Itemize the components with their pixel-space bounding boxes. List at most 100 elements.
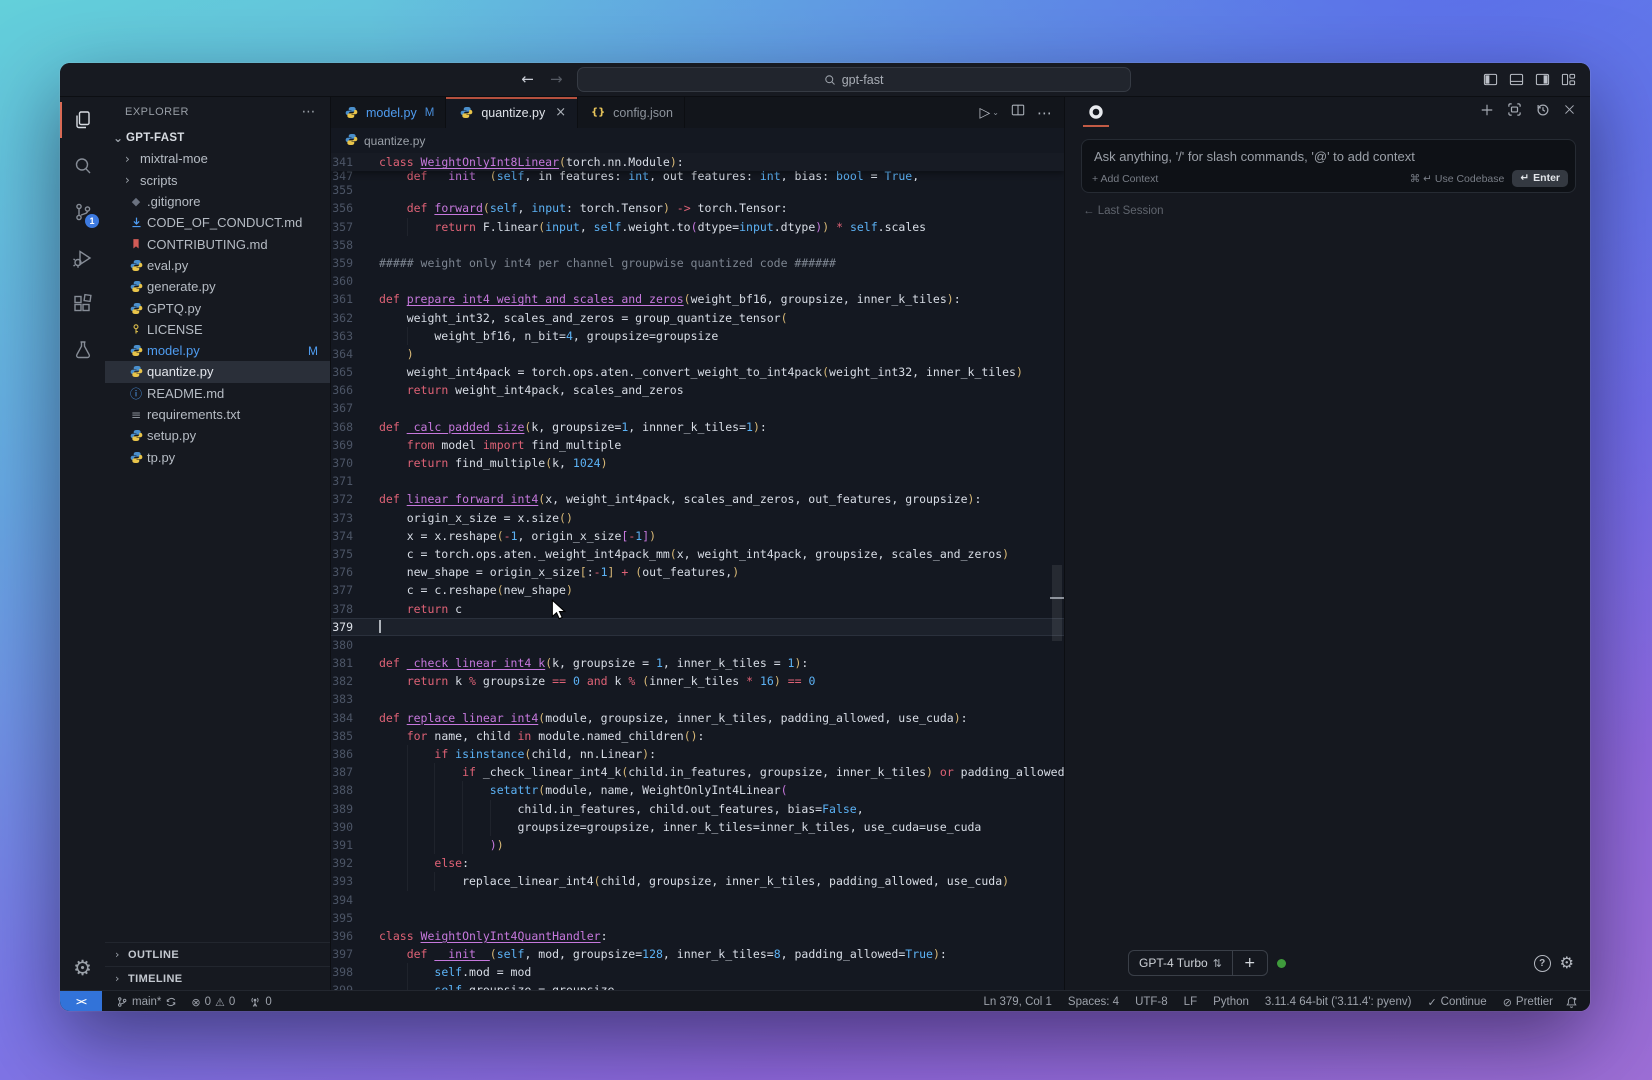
add-context-button[interactable]: + Add Context <box>1092 173 1158 185</box>
tree-root-folder[interactable]: ⌄ GPT-FAST <box>105 127 330 148</box>
remote-indicator[interactable]: >< <box>60 991 102 1011</box>
continue-logo-tab[interactable] <box>1083 97 1109 127</box>
code-line-390[interactable]: 390 groupsize=groupsize, inner_k_tiles=i… <box>331 817 1064 836</box>
code-line-374[interactable]: 374 x = x.reshape(-1, origin_x_size[-1]) <box>331 527 1064 545</box>
code-line-378[interactable]: 378 return c <box>331 600 1064 618</box>
code-line-382[interactable]: 382 return k % groupsize == 0 and k % (i… <box>331 672 1064 690</box>
code-area[interactable]: 341 class WeightOnlyInt8Linear(torch.nn.M… <box>331 153 1064 990</box>
file-item-model-py[interactable]: model.py M <box>105 340 330 361</box>
code-line-392[interactable]: 392 else: <box>331 854 1064 873</box>
encoding[interactable]: UTF-8 <box>1135 996 1168 1008</box>
toggle-sidebar-left-icon[interactable] <box>1483 72 1498 87</box>
eol[interactable]: LF <box>1184 996 1197 1008</box>
chat-input[interactable]: Ask anything, '/' for slash commands, '@… <box>1081 139 1576 193</box>
code-line-376[interactable]: 376 new_shape = origin_x_size[:-1] + (ou… <box>331 563 1064 581</box>
explorer-more-actions[interactable]: ⋯ <box>302 104 317 120</box>
breadcrumb[interactable]: quantize.py <box>331 128 1064 153</box>
code-line-347[interactable]: 347 def __init__(self, in_features: int,… <box>331 171 1064 181</box>
model-name-segment[interactable]: GPT-4 Turbo ⇅ <box>1129 951 1232 975</box>
code-line-365[interactable]: 365 weight_int4pack = torch.ops.aten._co… <box>331 363 1064 381</box>
code-line-369[interactable]: 369 from model import find_multiple <box>331 436 1064 454</box>
code-line-375[interactable]: 375 c = torch.ops.aten._weight_int4pack_… <box>331 545 1064 563</box>
add-model-button[interactable]: + <box>1231 951 1267 975</box>
code-line-363[interactable]: 363 weight_bf16, n_bit=4, groupsize=grou… <box>331 326 1064 345</box>
problems-status[interactable]: ⊗ 0 ⚠ 0 <box>191 996 235 1009</box>
toggle-panel-icon[interactable] <box>1509 72 1524 87</box>
code-line-398[interactable]: 398 self.mod = mod <box>331 963 1064 982</box>
code-line-381[interactable]: 381 def _check_linear_int4_k(k, groupsize… <box>331 654 1064 672</box>
back-button[interactable]: ← <box>519 72 536 87</box>
command-center-search[interactable]: gpt-fast <box>576 67 1131 92</box>
tab-config-json[interactable]: {} config.json <box>578 97 685 128</box>
file-item-gptq-py[interactable]: GPTQ.py <box>105 297 330 318</box>
code-line-394[interactable]: 394 <box>331 891 1064 909</box>
language-mode[interactable]: Python <box>1213 996 1249 1008</box>
code-line-357[interactable]: 357 return F.linear(input, self.weight.t… <box>331 217 1064 236</box>
code-line-364[interactable]: 364 ) <box>331 345 1064 363</box>
file-item-contributing-md[interactable]: CONTRIBUTING.md <box>105 233 330 254</box>
code-line-383[interactable]: 383 <box>331 690 1064 708</box>
code-line-389[interactable]: 389 child.in_features, child.out_feature… <box>331 799 1064 818</box>
new-session-button[interactable] <box>1480 103 1494 122</box>
split-editor-button[interactable] <box>1011 103 1025 122</box>
file-item-scripts[interactable]: › scripts <box>105 170 330 191</box>
code-line-387[interactable]: 387 if _check_linear_int4_k(child.in_fea… <box>331 763 1064 782</box>
code-line-341[interactable]: 341 class WeightOnlyInt8Linear(torch.nn.M… <box>331 153 1064 171</box>
activity-search[interactable] <box>60 143 105 189</box>
file-item-tp-py[interactable]: tp.py <box>105 446 330 467</box>
sticky-scroll-line[interactable]: 341 class WeightOnlyInt8Linear(torch.nn.M… <box>331 153 1064 172</box>
file-item-mixtral-moe[interactable]: › mixtral-moe <box>105 148 330 169</box>
editor-scrollbar[interactable] <box>1050 153 1064 990</box>
code-line-377[interactable]: 377 c = c.reshape(new_shape) <box>331 581 1064 599</box>
scrollbar-thumb[interactable] <box>1052 565 1062 641</box>
code-line-397[interactable]: 397 def __init__(self, mod, groupsize=12… <box>331 945 1064 963</box>
close-tab-icon[interactable]: × <box>555 105 566 120</box>
code-line-356[interactable]: 356 def forward(self, input: torch.Tenso… <box>331 199 1064 217</box>
use-codebase-hint[interactable]: ⌘ ↵ Use Codebase <box>1410 173 1505 185</box>
activity-source-control[interactable]: 1 <box>60 189 105 235</box>
code-line-379[interactable]: 379 <box>331 617 1064 636</box>
history-button[interactable] <box>1535 102 1550 122</box>
forward-button[interactable]: → <box>548 72 565 87</box>
timeline-section[interactable]: › TIMELINE <box>105 966 330 990</box>
continue-extension[interactable]: ✓ Continue <box>1427 996 1486 1009</box>
code-line-367[interactable]: 367 <box>331 399 1064 417</box>
code-line-388[interactable]: 388 setattr(module, name, WeightOnlyInt4… <box>331 781 1064 800</box>
code-line-366[interactable]: 366 return weight_int4pack, scales_and_z… <box>331 381 1064 399</box>
prettier-extension[interactable]: ⊘ Prettier <box>1503 996 1553 1009</box>
file-item-quantize-py[interactable]: quantize.py <box>105 361 330 383</box>
run-python-button[interactable]: ▷ ⌄ <box>980 105 999 121</box>
code-line-393[interactable]: 393 replace_linear_int4(child, groupsize… <box>331 872 1064 891</box>
code-line-399[interactable]: 399 self.groupsize = groupsize <box>331 981 1064 990</box>
customize-layout-icon[interactable] <box>1561 72 1576 87</box>
ports-status[interactable]: 0 <box>249 996 272 1008</box>
python-interpreter[interactable]: 3.11.4 64-bit ('3.11.4': pyenv) <box>1265 996 1412 1008</box>
model-selector[interactable]: GPT-4 Turbo ⇅ + <box>1128 950 1268 976</box>
chat-settings-button[interactable]: ⚙ <box>1560 955 1574 971</box>
code-line-371[interactable]: 371 <box>331 472 1064 490</box>
activity-testing[interactable] <box>60 327 105 373</box>
last-session-link[interactable]: ← Last Session <box>1083 205 1590 217</box>
activity-run-debug[interactable] <box>60 235 105 281</box>
notifications-button[interactable] <box>1565 996 1590 1009</box>
file-item-code-of-conduct-md[interactable]: CODE_OF_CONDUCT.md <box>105 212 330 233</box>
file-item-license[interactable]: LICENSE <box>105 319 330 340</box>
cursor-position[interactable]: Ln 379, Col 1 <box>984 996 1052 1008</box>
code-line-368[interactable]: 368 def _calc_padded_size(k, groupsize=1,… <box>331 418 1064 436</box>
close-panel-button[interactable] <box>1563 103 1576 121</box>
code-line-373[interactable]: 373 origin_x_size = x.size() <box>331 509 1064 527</box>
toggle-sidebar-right-icon[interactable] <box>1535 72 1550 87</box>
code-line-359[interactable]: 359 ##### weight only int4 per channel gr… <box>331 254 1064 272</box>
indentation[interactable]: Spaces: 4 <box>1068 996 1119 1008</box>
code-line-395[interactable]: 395 <box>331 909 1064 927</box>
code-line-370[interactable]: 370 return find_multiple(k, 1024) <box>331 454 1064 472</box>
fullscreen-button[interactable] <box>1507 102 1522 122</box>
code-line-355[interactable]: 355 <box>331 181 1064 199</box>
help-button[interactable]: ? <box>1533 954 1551 972</box>
code-line-396[interactable]: 396 class WeightOnlyInt4QuantHandler: <box>331 927 1064 945</box>
enter-button[interactable]: ↵ Enter <box>1512 170 1568 187</box>
activity-extensions[interactable] <box>60 281 105 327</box>
file-item-setup-py[interactable]: setup.py <box>105 425 330 446</box>
code-line-384[interactable]: 384 def replace_linear_int4(module, group… <box>331 709 1064 727</box>
file-item-eval-py[interactable]: eval.py <box>105 255 330 276</box>
